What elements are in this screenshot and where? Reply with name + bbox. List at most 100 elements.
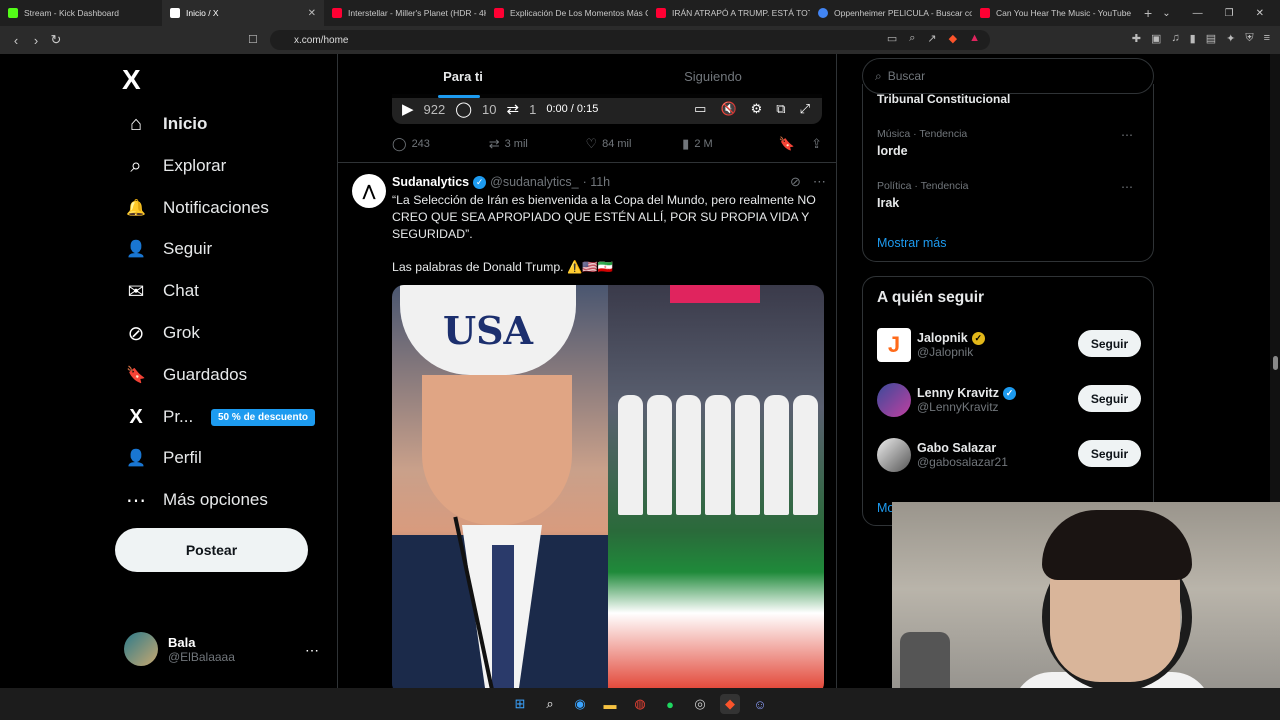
trend-item[interactable]: Política · Tendencia Irak ⋯: [877, 180, 1141, 210]
media-icon[interactable]: ♫: [1171, 32, 1179, 45]
discord-icon[interactable]: ☺: [750, 694, 770, 714]
bookmark-icon[interactable]: 🔖: [779, 136, 795, 152]
tweet-handle[interactable]: @sudanalytics_: [490, 175, 578, 189]
browser-tab[interactable]: Explicación De Los Momentos Más C: [486, 0, 648, 26]
more-icon[interactable]: ⋯: [1121, 128, 1133, 142]
repost-button[interactable]: ⇄ 3 mil: [489, 136, 586, 152]
new-tab-icon[interactable]: +: [1134, 5, 1162, 21]
trend-item[interactable]: Música · Tendencia lorde ⋯: [877, 128, 1141, 158]
brave-icon[interactable]: ◆: [720, 694, 740, 714]
forward-icon[interactable]: ›: [26, 33, 46, 48]
youtube-favicon-icon: [656, 8, 666, 18]
follow-suggestion[interactable]: Gabo Salazar @gabosalazar21 Seguir: [877, 437, 1141, 473]
minimize-icon[interactable]: —: [1193, 8, 1203, 19]
more-icon[interactable]: ⋯: [813, 174, 826, 190]
tab-para-ti[interactable]: Para ti: [338, 54, 588, 98]
tweet-author-name[interactable]: Sudanalytics: [392, 175, 469, 189]
tab-search-icon[interactable]: ⌄: [1162, 8, 1170, 19]
left-navigation: X ⌂ Inicio ⌕ Explorar 🔔 Notificaciones 👤 Seg…: [0, 54, 337, 688]
account-switcher[interactable]: Bala @ElBalaaaa: [124, 632, 235, 666]
nav-label: Chat: [163, 281, 199, 300]
video-player-controls[interactable]: ▶ 922 ◯ 10 ⇄ 1 0:00 / 0:15 ▭ 🔇 ⚙ ⧉ ⤢: [392, 94, 822, 124]
mute-icon[interactable]: 🔇: [720, 101, 736, 117]
nav-item-perfil[interactable]: 👤 Perfil: [124, 443, 202, 473]
nav-item-seguir[interactable]: 👤 Seguir: [124, 234, 212, 264]
file-explorer-icon[interactable]: ▬: [600, 694, 620, 714]
pip-icon[interactable]: ⧉: [776, 101, 785, 117]
search-icon[interactable]: ⌕: [540, 694, 560, 714]
post-button[interactable]: Postear: [115, 528, 308, 572]
browser-tab[interactable]: Stream - Kick Dashboard: [0, 0, 162, 26]
browser-tab[interactable]: IRÁN ATRAPÓ A TRUMP. ESTÁ TOTAL: [648, 0, 810, 26]
back-icon[interactable]: ‹: [6, 33, 26, 48]
browser-tab[interactable]: Interstellar - Miller's Planet (HDR - 4K: [324, 0, 486, 26]
share-icon[interactable]: ⇪: [811, 136, 822, 152]
nav-item-premium[interactable]: X Pr...: [124, 402, 193, 432]
close-tab-icon[interactable]: ✕: [308, 8, 316, 19]
leo-ai-icon[interactable]: ✦: [1226, 32, 1235, 45]
wallet-icon[interactable]: ▤: [1206, 32, 1216, 45]
follow-button[interactable]: Seguir: [1078, 385, 1141, 412]
settings-icon[interactable]: ⚙: [751, 101, 763, 117]
tweet-media[interactable]: USA: [392, 285, 824, 688]
vpn-icon[interactable]: ⛨: [1245, 32, 1253, 45]
share-icon[interactable]: ↗: [927, 32, 936, 45]
reply-button[interactable]: ◯ 243: [392, 136, 489, 152]
nav-item-explorar[interactable]: ⌕ Explorar: [124, 151, 226, 181]
menu-icon[interactable]: ≡: [1264, 32, 1270, 45]
screenshot-icon[interactable]: ▣: [1151, 32, 1161, 45]
browser-tab-active[interactable]: Inicio / X ✕: [162, 0, 324, 26]
follow-button[interactable]: Seguir: [1078, 330, 1141, 357]
suggestion-name: Gabo Salazar: [917, 441, 997, 455]
windows-start-icon[interactable]: ⊞: [510, 694, 530, 714]
more-icon[interactable]: ⋯: [1121, 180, 1133, 194]
browser-tab[interactable]: Can You Hear The Music - YouTube: [972, 0, 1134, 26]
close-window-icon[interactable]: ✕: [1256, 8, 1264, 19]
tab-siguiendo[interactable]: Siguiendo: [588, 54, 836, 98]
play-icon[interactable]: ▶: [402, 100, 414, 118]
x-logo-icon[interactable]: X: [122, 64, 141, 96]
reload-icon[interactable]: ↻: [46, 32, 66, 48]
views-button[interactable]: ▮ 2 M: [682, 136, 779, 152]
nav-item-notificaciones[interactable]: 🔔 Notificaciones: [124, 193, 269, 223]
nav-item-mas-opciones[interactable]: ⋯ Más opciones: [124, 485, 268, 515]
nav-item-guardados[interactable]: 🔖 Guardados: [124, 360, 247, 390]
premium-discount-badge[interactable]: 50 % de descuento: [211, 409, 316, 426]
search-placeholder: Buscar: [887, 69, 926, 83]
nav-item-chat[interactable]: ✉ Chat: [124, 276, 199, 306]
tweet-avatar[interactable]: ⋀: [352, 174, 386, 208]
follow-suggestion[interactable]: Lenny Kravitz ✓ @LennyKravitz Seguir: [877, 382, 1141, 418]
brave-rewards-icon[interactable]: ▲: [969, 32, 980, 45]
maximize-icon[interactable]: ❐: [1225, 8, 1234, 19]
tweet-time[interactable]: · 11h: [583, 175, 611, 189]
timeline: Para ti Siguiendo ▶ 922 ◯ 10 ⇄ 1 0:00 / …: [337, 54, 837, 688]
sidebar-icon[interactable]: ▮: [1190, 32, 1196, 45]
trend-name[interactable]: Tribunal Constitucional: [877, 92, 1010, 106]
follow-button[interactable]: Seguir: [1078, 440, 1141, 467]
bookmark-page-icon[interactable]: ☐: [248, 33, 258, 46]
follow-suggestion[interactable]: J Jalopnik ✓ @Jalopnik Seguir: [877, 327, 1141, 363]
grok-icon[interactable]: ⊘: [790, 174, 801, 190]
nav-item-grok[interactable]: ⊘ Grok: [124, 318, 200, 348]
browser-tab[interactable]: Oppenheimer PELICULA - Buscar con: [810, 0, 972, 26]
extensions-icon[interactable]: ✚: [1132, 32, 1141, 45]
chrome-icon[interactable]: ◍: [630, 694, 650, 714]
show-more-link[interactable]: Mostrar más: [877, 236, 946, 250]
zoom-icon[interactable]: ⌕: [909, 32, 915, 45]
obs-icon[interactable]: ◎: [690, 694, 710, 714]
who-to-follow-panel: A quién seguir J Jalopnik ✓ @Jalopnik Seg…: [862, 276, 1154, 526]
search-input[interactable]: ⌕ Buscar: [862, 58, 1154, 94]
url-field[interactable]: x.com/home: [270, 30, 990, 50]
repost-icon: ⇄: [488, 136, 500, 151]
spotify-icon[interactable]: ●: [660, 694, 680, 714]
brave-shield-icon[interactable]: ◆: [949, 32, 957, 45]
captions-icon[interactable]: ▭: [694, 101, 706, 117]
account-handle: @ElBalaaaa: [168, 649, 235, 664]
edge-icon[interactable]: ◉: [570, 694, 590, 714]
cast-icon[interactable]: ▭: [887, 32, 897, 45]
scrollbar-thumb[interactable]: [1273, 356, 1278, 370]
nav-item-inicio[interactable]: ⌂ Inicio: [124, 109, 207, 139]
account-more-icon[interactable]: ⋯: [305, 642, 319, 659]
fullscreen-icon[interactable]: ⤢: [800, 101, 810, 117]
like-button[interactable]: ♡ 84 mil: [585, 136, 682, 152]
